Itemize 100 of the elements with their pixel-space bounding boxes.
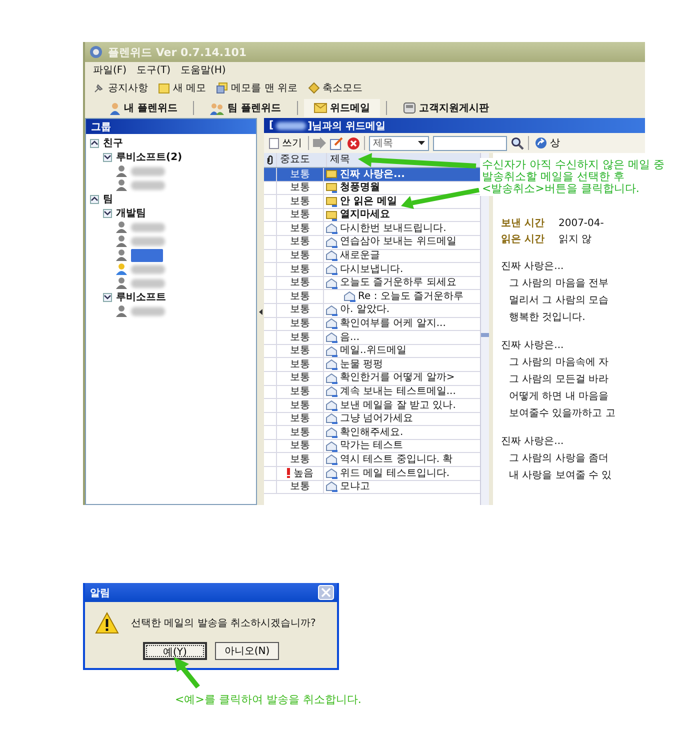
collapse-icon[interactable] bbox=[103, 152, 112, 162]
menu-item[interactable]: 도움말(H) bbox=[180, 63, 226, 77]
column-header[interactable]: 중요도 bbox=[277, 153, 327, 167]
importance-text: 보통 bbox=[290, 330, 310, 344]
mail-row[interactable]: 보통 계속 보내는 테스트메일... bbox=[264, 386, 480, 400]
mail-row[interactable]: 보통 역시 테스트 중입니다. 확 bbox=[264, 453, 480, 468]
body-line: 진짜 사랑은... bbox=[501, 339, 565, 353]
body-line: 그 사람의 마음을 전부 bbox=[508, 277, 610, 291]
body-line: 보여줄수 있을까하고 고 bbox=[508, 407, 616, 421]
dialog-button[interactable]: 아니오(N) bbox=[215, 642, 279, 660]
mail-subject: 음... bbox=[340, 330, 360, 344]
mail-row[interactable]: 보통 보낸 메일을 잘 받고 있나. bbox=[264, 399, 480, 413]
mail-row[interactable]: 보통 연습삼아 보내는 위드메일 bbox=[264, 236, 480, 250]
mail-row[interactable]: 보통 오늘도 즐거운하루 되세요 bbox=[264, 276, 480, 290]
mail-row[interactable]: 보통 음... bbox=[264, 331, 480, 345]
mail-row[interactable]: 보통 열지마세요 bbox=[264, 208, 480, 222]
mail-row[interactable]: 보통 확인한거를 어떻게 알까> bbox=[264, 372, 480, 386]
tab[interactable]: 위드메일 bbox=[304, 99, 380, 117]
collapse-icon[interactable] bbox=[103, 292, 112, 302]
caret-icon bbox=[418, 141, 425, 145]
importance-text: 보통 bbox=[290, 249, 310, 263]
toolbar-button[interactable]: 메모를 맨 위로 bbox=[214, 80, 300, 96]
toolbar-button[interactable]: 새 메모 bbox=[156, 80, 208, 96]
body-line: 행복한 것입니다. bbox=[508, 311, 586, 325]
mail-row[interactable]: 보통 Re : 오늘도 즐거운하루 bbox=[264, 290, 480, 304]
column-header[interactable]: 제목 bbox=[327, 153, 480, 167]
panel-title: 그룹 bbox=[91, 120, 111, 134]
mail-row[interactable]: 보통 아. 알았다. bbox=[264, 304, 480, 318]
mail-subject: 확인여부를 어케 알지... bbox=[340, 317, 446, 331]
envelope-icon bbox=[314, 103, 327, 113]
paperclip-icon bbox=[267, 155, 273, 165]
tab[interactable]: 내 플렌위드 bbox=[99, 99, 188, 117]
importance-text: 보통 bbox=[290, 276, 310, 290]
mail-row[interactable]: 보통 그냥 넘어가세요 bbox=[264, 412, 480, 426]
panel-title: [ bbox=[269, 120, 274, 131]
mail-subject: 보낸 메일을 잘 받고 있나. bbox=[340, 398, 456, 412]
mail-row[interactable]: 보통 다시한번 보내드립니다. bbox=[264, 222, 480, 236]
importance-text: 높음 bbox=[294, 466, 314, 480]
dialog-button[interactable]: 예(Y) bbox=[143, 642, 207, 660]
mail-row[interactable]: 보통 모냐고 bbox=[264, 480, 480, 494]
edit-icon[interactable] bbox=[330, 136, 343, 150]
collapse-icon[interactable] bbox=[90, 138, 99, 148]
importance-text: 보통 bbox=[290, 439, 310, 453]
body-line: 어떻게 하면 내 마음을 bbox=[508, 390, 610, 404]
delete-icon[interactable] bbox=[347, 136, 360, 150]
mail-row[interactable]: 보통 청풍명월 bbox=[264, 182, 480, 196]
diamond-icon bbox=[308, 82, 320, 94]
mail-row[interactable]: 보통 눈물 펑펑 bbox=[264, 358, 480, 372]
filter-dropdown[interactable]: 제목 bbox=[369, 136, 429, 150]
arrow-circle-icon bbox=[535, 137, 547, 149]
notes-icon bbox=[216, 82, 228, 94]
detail-button[interactable]: 상 bbox=[533, 136, 562, 150]
group-label[interactable]: 팀 bbox=[103, 192, 113, 206]
instruction-caption: <예>를 클릭하여 발송을 취소합니다. bbox=[175, 692, 362, 707]
close-icon[interactable] bbox=[318, 585, 334, 600]
board-icon bbox=[402, 102, 416, 114]
window-title: 플렌위드 Ver 0.7.14.101 bbox=[108, 44, 247, 60]
mail-row[interactable]: 보통 메일..위드메일 bbox=[264, 344, 480, 358]
group-label[interactable]: 개발팀 bbox=[116, 206, 146, 220]
mail-row[interactable]: 높음 위드 메일 테스트입니다. bbox=[264, 467, 480, 481]
mail-subject: 새로운글 bbox=[340, 249, 380, 263]
collapse-icon[interactable] bbox=[90, 194, 99, 204]
instruction-tooltip: 수신자가 아직 수신하지 않은 메일 중 발송취소할 메일을 선택한 후 <발송취소>버튼을 클릭합니다. bbox=[480, 158, 666, 196]
search-icon[interactable] bbox=[511, 136, 524, 150]
mail-subject: 역시 테스트 중입니다. 확 bbox=[340, 452, 453, 467]
search-field[interactable] bbox=[433, 136, 507, 150]
mail-subject: 위드 메일 테스트입니다. bbox=[340, 466, 450, 480]
blurred-name[interactable] bbox=[131, 248, 163, 262]
collapse-icon[interactable] bbox=[103, 208, 112, 218]
app-icon bbox=[89, 45, 103, 59]
group-label[interactable]: 루비소프트 bbox=[116, 290, 166, 304]
mail-subject: 아. 알았다. bbox=[340, 303, 390, 318]
note-icon bbox=[158, 82, 170, 94]
mail-row[interactable]: 보통 확인해주세요. bbox=[264, 426, 480, 440]
collapse-arrow-icon bbox=[258, 308, 262, 314]
tab[interactable]: 팀 플렌위드 bbox=[200, 99, 291, 117]
person-icon bbox=[109, 102, 121, 114]
panel-title: ]님과의 위드메일 bbox=[308, 120, 386, 132]
menu-item[interactable]: 도구(T) bbox=[136, 63, 170, 77]
toolbar-button[interactable]: 공지사항 bbox=[91, 80, 150, 96]
mail-row[interactable]: 보통 막가는 테스트 bbox=[264, 440, 480, 454]
dialog-message: 선택한 메일의 발송을 취소하시겠습니까? bbox=[131, 617, 316, 630]
mail-row[interactable]: 보통 진짜 사랑은... bbox=[264, 168, 480, 182]
mail-subject: 오늘도 즐거운하루 되세요 bbox=[340, 276, 456, 290]
field-label: 보낸 시간 bbox=[501, 217, 544, 230]
menu-item[interactable]: 파일(F) bbox=[93, 63, 127, 77]
mail-subject: 그냥 넘어가세요 bbox=[340, 412, 414, 426]
group-label[interactable]: 친구 bbox=[103, 136, 123, 150]
mail-subject: 확인한거를 어떻게 알까> bbox=[340, 371, 455, 385]
mail-row[interactable]: 보통 새로운글 bbox=[264, 250, 480, 264]
group-label[interactable]: 루비소프트(2) bbox=[116, 150, 182, 164]
mail-row[interactable]: 보통 확인여부를 어케 알지... bbox=[264, 318, 480, 332]
mail-row[interactable]: 보통 다시보냅니다. bbox=[264, 263, 480, 277]
write-button[interactable]: 쓰기 bbox=[267, 136, 304, 150]
importance-text: 보통 bbox=[290, 344, 310, 358]
mail-subject: 청풍명월 bbox=[340, 181, 380, 195]
toolbar-button[interactable]: 축소모드 bbox=[306, 80, 365, 96]
forward-icon[interactable] bbox=[313, 137, 326, 149]
mail-subject: Re : 오늘도 즐거운하루 bbox=[358, 290, 464, 304]
tab[interactable]: 고객지원게시판 bbox=[392, 99, 499, 117]
